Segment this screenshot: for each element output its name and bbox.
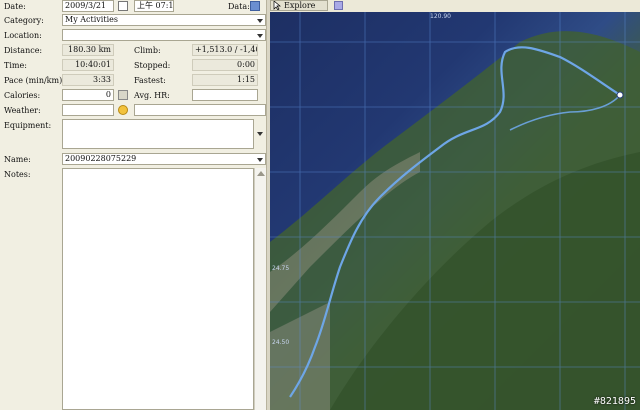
grid-label-lat-1: 24.75 xyxy=(272,265,289,272)
map-layer-icon[interactable] xyxy=(334,1,343,10)
activity-details-panel: Date: 2009/3/21 上午 07:19 Data: Category:… xyxy=(0,0,267,410)
weather-field[interactable] xyxy=(62,104,114,116)
equipment-label: Equipment: xyxy=(4,121,52,130)
fastest-label: Fastest: xyxy=(134,76,166,85)
calories-label: Calories: xyxy=(4,91,41,100)
distance-value: 180.30 km xyxy=(62,44,114,56)
calendar-icon[interactable] xyxy=(118,1,128,11)
name-field[interactable]: 20090228075229 xyxy=(62,153,266,165)
data-label: Data: xyxy=(228,2,250,11)
climb-label: Climb: xyxy=(134,46,161,55)
name-label: Name: xyxy=(4,155,31,164)
notes-label: Notes: xyxy=(4,170,31,179)
distance-label: Distance: xyxy=(4,46,43,55)
weather-icon[interactable] xyxy=(118,105,128,115)
time-total-value: 10:40:01 xyxy=(62,59,114,71)
explore-button[interactable]: Explore xyxy=(270,0,328,11)
avg-hr-label: Avg. HR: xyxy=(134,91,170,100)
category-label: Category: xyxy=(4,16,44,25)
location-select[interactable] xyxy=(62,29,266,41)
calories-field[interactable]: 0 xyxy=(62,89,114,101)
climb-value: +1,513.0 / -1,408.0 xyxy=(192,44,258,56)
grid-label-lat-2: 24.50 xyxy=(272,339,289,346)
weather-label: Weather: xyxy=(4,106,41,115)
watermark: #821895 xyxy=(593,396,636,407)
category-select[interactable]: My Activities xyxy=(62,14,266,26)
stopped-value: 0:00 xyxy=(192,59,258,71)
weather-notes-field[interactable] xyxy=(134,104,266,116)
date-label: Date: xyxy=(4,2,26,11)
scroll-up-icon[interactable] xyxy=(257,171,265,176)
cursor-icon xyxy=(273,0,281,11)
time-label: Time: xyxy=(4,61,27,70)
date-field[interactable]: 2009/3/21 xyxy=(62,0,114,12)
equipment-list[interactable] xyxy=(62,119,254,149)
satellite-map[interactable]: 120.90 24.75 24.50 #821895 xyxy=(270,12,640,410)
location-label: Location: xyxy=(4,31,42,40)
equipment-chevron-down-icon[interactable] xyxy=(255,128,265,138)
avg-hr-field[interactable] xyxy=(192,89,258,101)
pace-value: 3:33 xyxy=(62,74,114,86)
route-end-marker[interactable] xyxy=(616,91,624,99)
notes-textarea[interactable] xyxy=(62,168,254,410)
fastest-value: 1:15 xyxy=(192,74,258,86)
explore-label: Explore xyxy=(284,1,316,10)
data-import-icon[interactable] xyxy=(250,1,260,11)
stopped-label: Stopped: xyxy=(134,61,171,70)
calculator-icon[interactable] xyxy=(118,90,128,100)
category-chevron-down-icon[interactable] xyxy=(255,15,265,25)
name-chevron-down-icon[interactable] xyxy=(255,154,265,164)
location-chevron-down-icon[interactable] xyxy=(255,30,265,40)
grid-label-lon: 120.90 xyxy=(430,13,451,20)
map-overlay: 120.90 24.75 24.50 xyxy=(270,12,640,410)
pace-label: Pace (min/km): xyxy=(4,76,65,85)
map-panel: Explore 120.90 24.75 24.50 #821895 xyxy=(270,0,640,410)
time-of-day-field[interactable]: 上午 07:19 xyxy=(134,0,174,12)
